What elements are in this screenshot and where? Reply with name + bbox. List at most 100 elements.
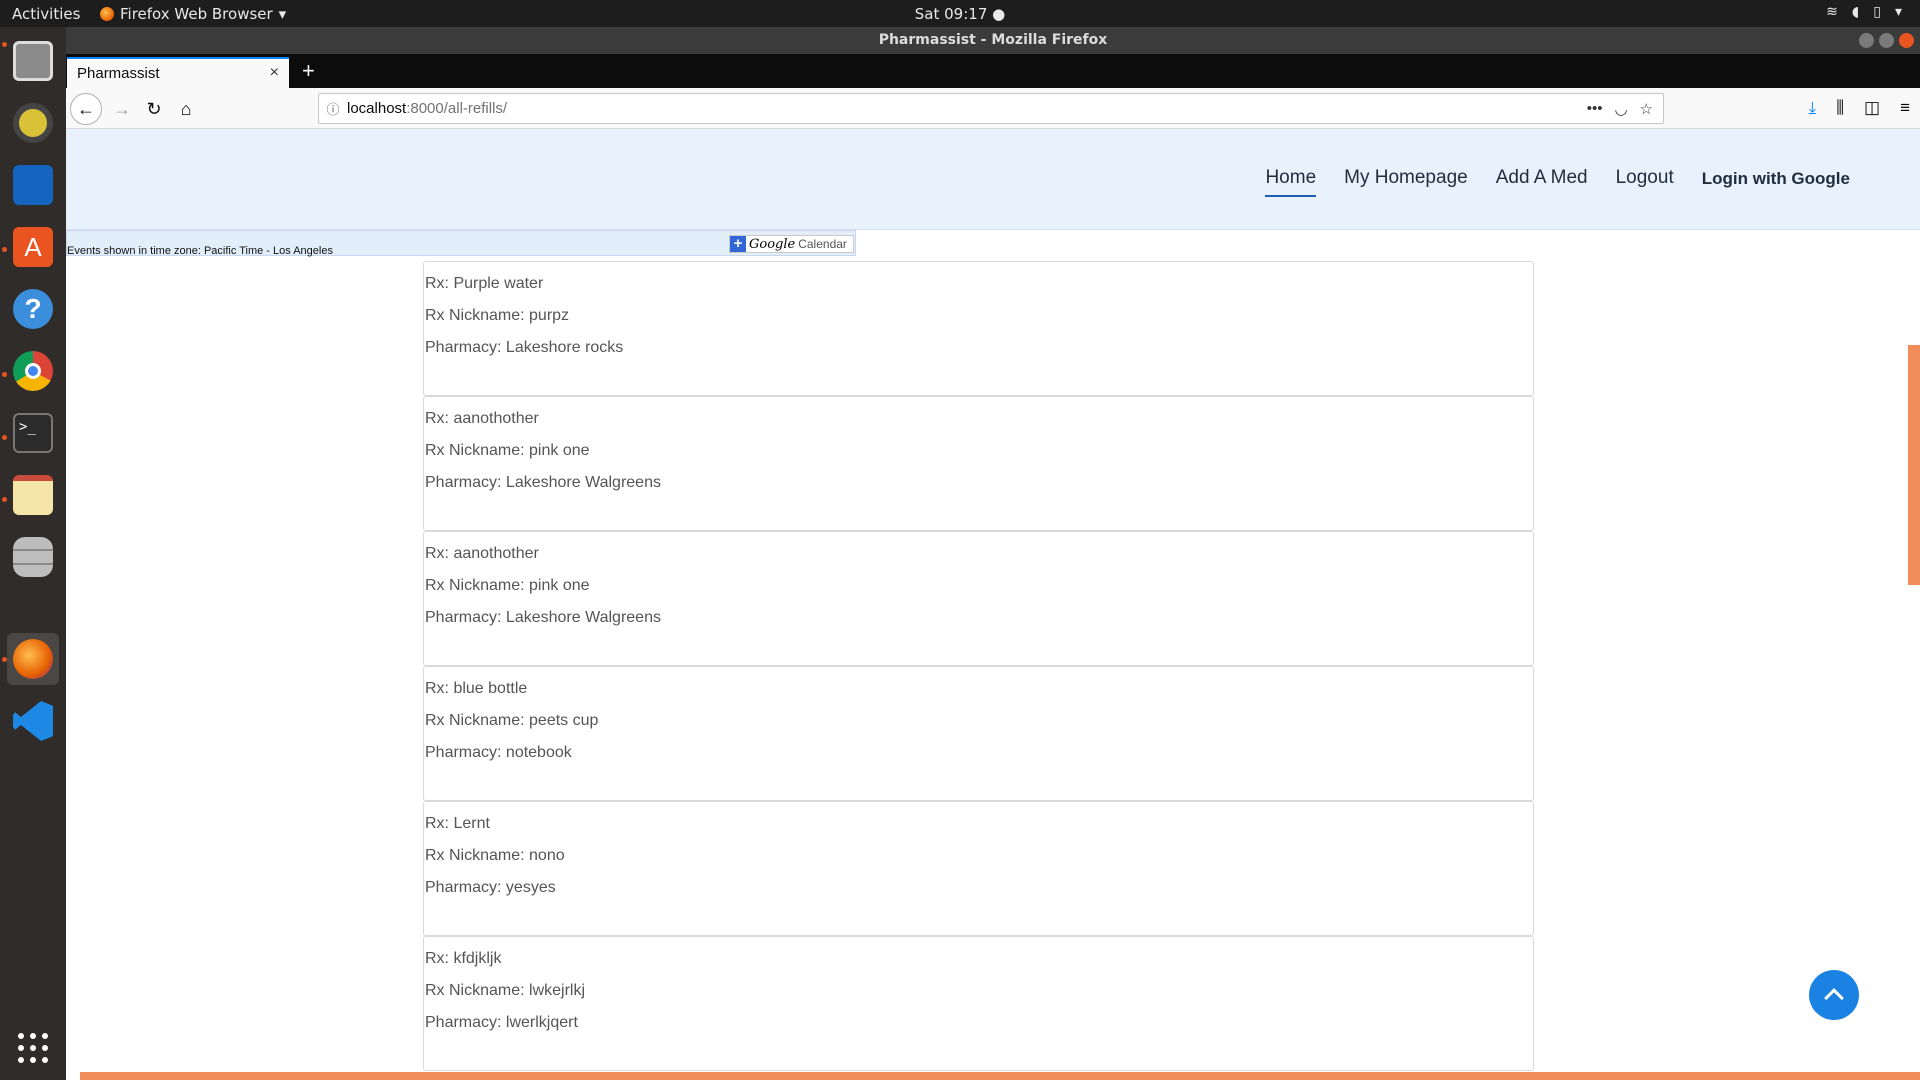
question-icon: ? [13,289,53,329]
maximize-icon[interactable] [1879,33,1894,48]
dock-help[interactable]: ? [7,283,59,335]
clock[interactable]: Sat 09:17 ● [0,5,1920,23]
library-icon[interactable]: ⫼ [1836,98,1844,118]
refill-pharmacy: Pharmacy: Lakeshore Walgreens [425,474,661,491]
power-menu-icon: ▾ [1894,4,1902,20]
refills-list: Rx: Purple water Rx Nickname: purpz Phar… [423,261,1534,1071]
web-page: Home My Homepage Add A Med Logout Login … [66,129,1920,1080]
dock-chrome[interactable] [7,345,59,397]
refill-nickname: Rx Nickname: nono [425,847,565,864]
window-controls [1859,33,1914,48]
nav-my-homepage[interactable]: My Homepage [1344,167,1468,197]
refill-nickname: Rx Nickname: peets cup [425,712,599,729]
download-icon[interactable]: ⤓ [1809,98,1817,118]
file-cabinet-icon [13,41,53,81]
reload-button[interactable]: ↻ [138,93,170,125]
show-applications-button[interactable] [7,1022,59,1074]
dock-files[interactable] [7,35,59,87]
dock-rhythmbox[interactable] [7,97,59,149]
site-header: Home My Homepage Add A Med Logout Login … [66,129,1920,230]
page-actions: ••• ◡ ☆ [1587,100,1653,118]
document-icon [13,165,53,205]
plus-icon: + [730,236,746,252]
chrome-icon [13,351,53,391]
refill-rx: Rx: Purple water [425,275,544,292]
chevron-up-icon [1824,988,1844,1008]
calendar-embed-strip: Events shown in time zone: Pacific Time … [66,230,856,257]
refill-rx: Rx: aanothother [425,410,539,427]
window-title-bar: Pharmassist - Mozilla Firefox [66,27,1920,54]
refill-card: Rx: aanothother Rx Nickname: pink one Ph… [423,396,1534,531]
pocket-icon[interactable]: ◡ [1614,100,1627,118]
refill-rx: Rx: blue bottle [425,680,528,697]
site-info-icon[interactable]: ⓘ [319,99,347,118]
apps-grid-icon [18,1033,48,1063]
app-menu[interactable]: Firefox Web Browser ▾ [100,5,286,23]
new-tab-button[interactable]: + [302,58,315,84]
nav-login-with-google[interactable]: Login with Google [1702,167,1850,197]
more-actions-icon[interactable]: ••• [1587,100,1603,118]
refill-card: Rx: blue bottle Rx Nickname: peets cup P… [423,666,1534,801]
forward-button[interactable]: → [106,93,138,125]
page-scrollbar-thumb[interactable] [1908,345,1920,585]
dock: A ? >_ [0,27,66,1080]
site-nav: Home My Homepage Add A Med Logout Login … [1265,167,1850,197]
dock-terminal[interactable]: >_ [7,407,59,459]
url-path: :8000/all-refills/ [406,100,508,117]
url-bar[interactable]: ⓘ localhost :8000/all-refills/ ••• ◡ ☆ [318,93,1664,124]
calendar-timezone-text: Events shown in time zone: Pacific Time … [67,245,333,257]
database-icon [13,537,53,577]
dock-text-editor[interactable] [7,469,59,521]
firefox-small-icon [100,7,114,21]
speaker-icon [13,103,53,143]
tab-bar: Pharmassist × + [66,54,1920,88]
shopping-bag-icon: A [13,227,53,267]
refill-nickname: Rx Nickname: pink one [425,442,590,459]
refill-pharmacy: Pharmacy: lwerlkjqert [425,1014,578,1031]
refill-rx: Rx: Lernt [425,815,490,832]
refill-rx: Rx: kfdjkljk [425,950,502,967]
dock-database[interactable] [7,531,59,583]
clock-text: Sat 09:17 [914,5,988,23]
activities-button[interactable]: Activities [12,5,80,23]
minimize-icon[interactable] [1859,33,1874,48]
dock-software[interactable]: A [7,221,59,273]
tab-pharmassist[interactable]: Pharmassist × [67,57,289,88]
footer-accent-bar [80,1072,1920,1080]
battery-icon: ▯ [1873,4,1881,20]
google-logo: Google [749,236,796,252]
tab-close-icon[interactable]: × [270,64,279,82]
refill-card: Rx: Lernt Rx Nickname: nono Pharmacy: ye… [423,801,1534,936]
vscode-icon [13,701,53,741]
bookmark-star-icon[interactable]: ☆ [1640,100,1653,118]
refill-pharmacy: Pharmacy: Lakeshore Walgreens [425,609,661,626]
notification-dot-icon: ● [992,5,1006,23]
refill-nickname: Rx Nickname: pink one [425,577,590,594]
close-window-icon[interactable] [1899,33,1914,48]
notepad-icon [13,475,53,515]
refill-card: Rx: aanothother Rx Nickname: pink one Ph… [423,531,1534,666]
add-to-google-calendar-button[interactable]: + Google Calendar [729,235,854,253]
url-host: localhost [347,100,407,117]
dock-vscode[interactable] [7,695,59,747]
volume-icon: ◖ [1851,4,1860,20]
back-button[interactable]: ← [70,93,102,125]
nav-logout[interactable]: Logout [1616,167,1674,197]
app-menu-label: Firefox Web Browser [120,5,273,23]
dock-writer[interactable] [7,159,59,211]
nav-home[interactable]: Home [1265,167,1317,197]
firefox-icon [13,639,53,679]
caret-down-icon: ▾ [278,5,287,23]
home-button[interactable]: ⌂ [170,93,202,125]
nav-add-a-med[interactable]: Add A Med [1496,167,1588,197]
sidebar-icon[interactable]: ◫ [1864,98,1880,118]
nav-toolbar: ← → ↻ ⌂ ⓘ localhost :8000/all-refills/ •… [66,88,1920,129]
terminal-icon: >_ [13,413,53,453]
calendar-word: Calendar [798,237,847,251]
system-tray[interactable]: ≋ ◖ ▯ ▾ [1826,4,1902,20]
hamburger-menu-icon[interactable]: ≡ [1900,98,1910,118]
refill-rx: Rx: aanothother [425,545,539,562]
back-to-top-button[interactable] [1809,970,1859,1020]
dock-firefox[interactable] [7,633,59,685]
arrow-right-icon: → [113,98,131,119]
